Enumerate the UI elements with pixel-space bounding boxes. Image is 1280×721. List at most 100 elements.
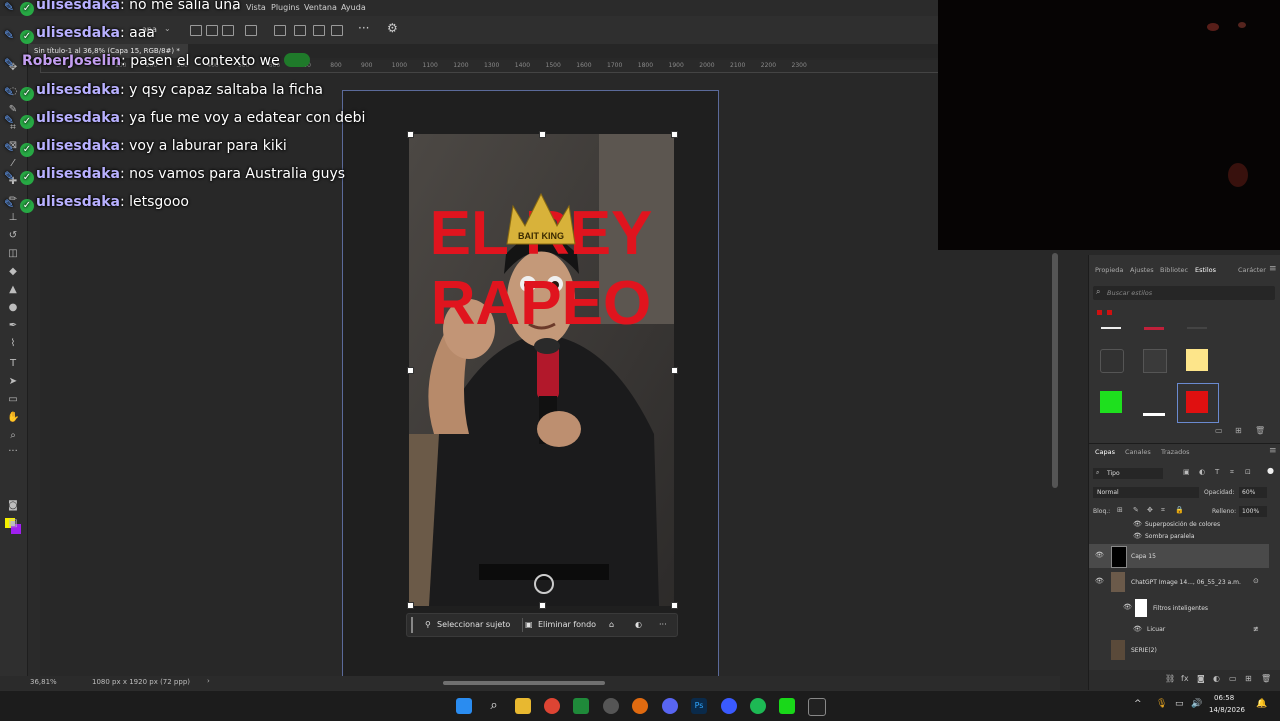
transform-handle[interactable] [671,602,678,609]
folder-icon[interactable]: ▭ [1215,426,1223,435]
app-icon[interactable] [603,698,619,714]
transform-icon[interactable]: ⌂ [609,620,614,629]
monitor-icon[interactable]: ▭ [1175,699,1184,709]
layer-row[interactable]: 👁 ChatGPT Image 14..., 06_55_23 a.m. ⊙ [1089,570,1269,594]
hand-tool-icon[interactable]: ✋ [7,412,19,424]
layer-filter-select[interactable]: ⌕ Tipo [1093,468,1163,479]
style-swatch[interactable] [1100,391,1122,413]
eye-icon[interactable]: 👁 [1123,603,1132,611]
lock-pixels-icon[interactable]: ⊞ [1117,506,1123,514]
remove-bg-button[interactable]: Eliminar fondo [538,620,596,629]
trash-icon[interactable]: 🗑 [1255,426,1265,435]
discord-icon[interactable] [662,698,678,714]
quick-mask-icon[interactable]: ◙ [7,500,19,512]
smart-filter-row[interactable]: 👁 Filtros inteligentes [1089,596,1269,620]
chevron-up-icon[interactable]: ^ [1134,699,1142,709]
brave-icon[interactable] [632,698,648,714]
new-layer-icon[interactable]: ⊞ [1245,674,1252,683]
tab-properties[interactable]: Propieda [1095,266,1123,274]
transform-handle[interactable] [407,131,414,138]
style-swatch[interactable] [1186,391,1208,413]
drag-handle[interactable] [411,617,413,633]
blur-tool-icon[interactable]: ▲ [7,284,19,296]
layer-effect-row[interactable]: 👁 Superposición de colores [1089,518,1269,530]
kick-icon[interactable] [779,698,795,714]
type-tool-icon[interactable]: T [7,358,19,370]
style-swatch[interactable] [1144,327,1164,330]
fill-input[interactable]: 100% [1239,506,1267,517]
lock-artboard-icon[interactable]: ⌗ [1161,506,1165,515]
style-swatch[interactable] [1143,349,1167,373]
search-input[interactable]: Buscar estilos [1107,289,1152,297]
microphone-icon[interactable]: 🎙 [1156,699,1167,709]
panel-menu-icon[interactable]: ≡ [1269,264,1277,274]
tab-paths[interactable]: Trazados [1161,448,1190,456]
group-icon[interactable]: ▭ [1229,674,1237,683]
style-swatch[interactable] [1100,349,1124,373]
horizontal-scrollbar[interactable] [443,681,605,685]
vertical-scrollbar[interactable] [1052,253,1058,488]
gear-icon[interactable]: ⚙ [387,21,398,35]
new-style-icon[interactable]: ⊞ [1235,426,1242,435]
filter-adjust-icon[interactable]: ◐ [1199,468,1205,476]
eye-icon[interactable]: 👁 [1095,577,1104,585]
adjust-icon[interactable]: ◐ [635,620,642,629]
filter-shape-icon[interactable]: ⌗ [1230,468,1234,477]
tab-character[interactable]: Carácter [1238,266,1266,274]
transform-handle[interactable] [671,131,678,138]
tab-channels[interactable]: Canales [1125,448,1151,456]
style-swatch[interactable] [1187,327,1207,329]
filter-toggle-icon[interactable]: ● [1267,466,1274,475]
layer-row[interactable]: SERIE(2) [1089,638,1269,662]
lock-move-icon[interactable]: ✥ [1147,506,1153,514]
path-select-icon[interactable]: ➤ [7,376,19,388]
filter-pixel-icon[interactable]: ▣ [1183,468,1190,476]
more-tools-icon[interactable]: ··· [7,446,19,458]
panel-menu-icon[interactable]: ≡ [1269,446,1277,456]
styles-search[interactable]: ⌕ Buscar estilos [1093,286,1275,300]
eye-icon[interactable]: 👁 [1095,551,1104,559]
style-swatch-mini[interactable] [1107,310,1112,315]
rectangle-tool-icon[interactable]: ▭ [7,394,19,406]
chrome-icon[interactable] [544,698,560,714]
more-button[interactable]: ··· [659,620,667,629]
spotify-icon[interactable] [750,698,766,714]
lock-paint-icon[interactable]: ✎ [1133,506,1139,514]
filter-smart-icon[interactable]: ⊡ [1245,468,1251,476]
transform-handle[interactable] [407,367,414,374]
transform-handle[interactable] [671,367,678,374]
link-icon[interactable]: ⛓ [1165,674,1175,683]
select-subject-button[interactable]: Seleccionar sujeto [437,620,510,629]
transform-handle[interactable] [539,131,546,138]
photoshop-icon[interactable]: Ps [691,698,707,714]
layer-effect-row[interactable]: 👁 Sombra paralela [1089,530,1269,542]
volume-icon[interactable]: 🔊 [1191,699,1202,709]
screen-mode-icon[interactable]: ▣ [7,518,19,530]
smart-filter-item[interactable]: 👁 Licuar ≢ [1089,622,1269,636]
trash-icon[interactable]: 🗑 [1261,674,1271,683]
dodge-tool-icon[interactable]: ● [7,302,19,314]
search-icon[interactable]: ⌕ [486,698,502,714]
chevron-right-icon[interactable]: › [207,677,210,685]
clock-time[interactable]: 06:58 [1214,694,1234,702]
filter-options-icon[interactable]: ≢ [1253,625,1259,633]
style-swatch[interactable] [1101,327,1121,329]
tab-styles[interactable]: Estilos [1195,266,1216,274]
lock-icon[interactable]: 🔒 [1175,506,1184,514]
opacity-input[interactable]: 60% [1239,487,1267,498]
transform-handle[interactable] [407,602,414,609]
excel-icon[interactable] [573,698,589,714]
pen2-tool-icon[interactable]: ⌇ [7,338,19,350]
eye-icon[interactable]: 👁 [1133,532,1142,540]
layer-row-selected[interactable]: 👁 Capa 15 [1089,544,1269,568]
zoom-tool-icon[interactable]: ⌕ [7,430,19,442]
file-explorer-icon[interactable] [515,698,531,714]
history-brush-icon[interactable]: ↺ [7,230,19,242]
style-swatch[interactable] [1186,349,1208,371]
tab-libraries[interactable]: Bibliotec [1160,266,1188,274]
tab-layers[interactable]: Capas [1095,448,1115,456]
clock-date[interactable]: 14/8/2026 [1209,706,1245,714]
filter-type-icon[interactable]: T [1215,468,1219,476]
windows-start-icon[interactable] [456,698,472,714]
paint-bucket-icon[interactable]: ◆ [7,266,19,278]
